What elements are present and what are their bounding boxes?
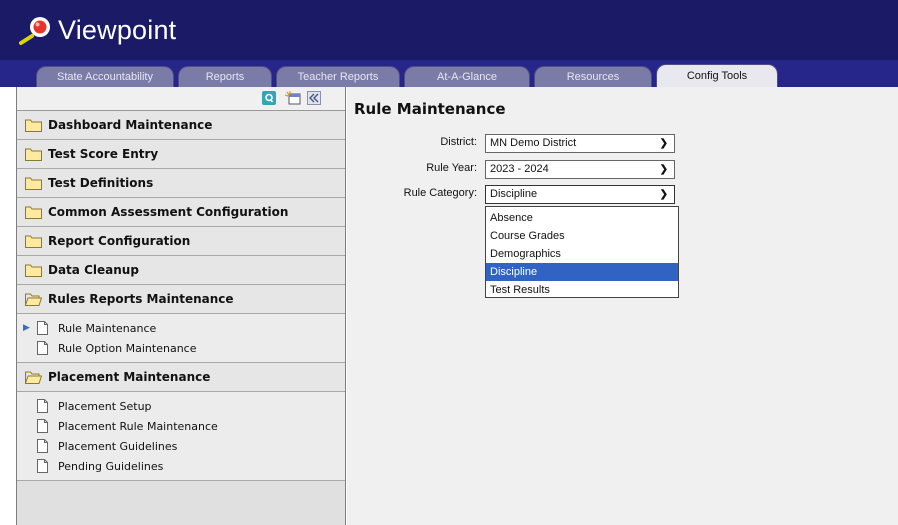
rule-category-dropdown: Absence Course Grades Demographics Disci… — [485, 206, 679, 298]
sidebar-item-label: Rule Option Maintenance — [58, 341, 197, 355]
option-test-results[interactable]: Test Results — [486, 281, 678, 299]
district-value: MN Demo District — [490, 137, 577, 149]
rule-year-value: 2023 - 2024 — [490, 163, 549, 175]
folder-icon — [25, 235, 42, 248]
chevron-down-icon: ❯ — [659, 138, 668, 149]
section-label: Rules Reports Maintenance — [48, 292, 234, 306]
section-label: Dashboard Maintenance — [48, 118, 213, 132]
main-content: Rule Maintenance District: MN Demo Distr… — [347, 87, 898, 525]
tab-resources[interactable]: Resources — [534, 66, 652, 87]
folder-icon — [25, 264, 42, 277]
current-item-arrow-icon: ▶ — [23, 323, 30, 333]
app-logo[interactable]: Viewpoint — [18, 10, 176, 50]
sidebar-item-rule-option-maintenance[interactable]: Rule Option Maintenance — [17, 338, 345, 358]
folder-icon — [25, 177, 42, 190]
sidebar-toolbar — [17, 87, 345, 111]
open-folder-icon — [25, 293, 42, 306]
main-tab-bar: State Accountability Reports Teacher Rep… — [0, 60, 898, 87]
document-icon — [37, 399, 48, 413]
option-discipline[interactable]: Discipline — [486, 263, 678, 281]
new-window-icon[interactable] — [285, 91, 301, 105]
chevron-down-icon: ❯ — [659, 189, 668, 200]
section-label: Placement Maintenance — [48, 370, 211, 384]
magnifier-logo-icon — [19, 17, 50, 45]
tab-teacher-reports[interactable]: Teacher Reports — [276, 66, 400, 87]
rule-category-value: Discipline — [490, 188, 538, 200]
rules-reports-items: ▶ Rule Maintenance Rule Option Maintenan… — [17, 314, 345, 363]
folder-icon — [25, 119, 42, 132]
sidebar-item-placement-rule-maintenance[interactable]: Placement Rule Maintenance — [17, 416, 345, 436]
document-icon — [37, 321, 48, 335]
sidebar-item-label: Pending Guidelines — [58, 459, 164, 473]
section-data-cleanup[interactable]: Data Cleanup — [17, 256, 345, 285]
sidebar-item-label: Placement Guidelines — [58, 439, 178, 453]
chevron-down-icon: ❯ — [659, 164, 668, 175]
section-test-score-entry[interactable]: Test Score Entry — [17, 140, 345, 169]
option-absence[interactable]: Absence — [486, 209, 678, 227]
section-label: Test Definitions — [48, 176, 154, 190]
section-label: Common Assessment Configuration — [48, 205, 289, 219]
sidebar: Dashboard Maintenance Test Score Entry T… — [16, 87, 346, 525]
app-title: Viewpoint — [58, 14, 177, 45]
document-icon — [37, 439, 48, 453]
district-label: District: — [440, 136, 477, 148]
option-course-grades[interactable]: Course Grades — [486, 227, 678, 245]
section-test-definitions[interactable]: Test Definitions — [17, 169, 345, 198]
section-common-assessment-configuration[interactable]: Common Assessment Configuration — [17, 198, 345, 227]
sidebar-item-placement-setup[interactable]: Placement Setup — [17, 396, 345, 416]
section-label: Data Cleanup — [48, 263, 139, 277]
sidebar-item-label: Placement Rule Maintenance — [58, 419, 218, 433]
app-header: Viewpoint — [0, 0, 898, 60]
tab-at-a-glance[interactable]: At-A-Glance — [404, 66, 530, 87]
section-placement-maintenance[interactable]: Placement Maintenance — [17, 363, 345, 392]
rule-year-label: Rule Year: — [426, 162, 477, 174]
sidebar-item-placement-guidelines[interactable]: Placement Guidelines — [17, 436, 345, 456]
sidebar-item-label: Rule Maintenance — [58, 321, 157, 335]
document-icon — [37, 419, 48, 433]
sidebar-item-pending-guidelines[interactable]: Pending Guidelines — [17, 456, 345, 476]
section-label: Report Configuration — [48, 234, 191, 248]
sidebar-item-rule-maintenance[interactable]: ▶ Rule Maintenance — [17, 318, 345, 338]
section-dashboard-maintenance[interactable]: Dashboard Maintenance — [17, 111, 345, 140]
district-select[interactable]: MN Demo District ❯ — [485, 134, 675, 153]
open-folder-icon — [25, 371, 42, 384]
tab-reports[interactable]: Reports — [178, 66, 272, 87]
tab-config-tools[interactable]: Config Tools — [656, 64, 778, 87]
collapse-left-icon[interactable] — [307, 91, 321, 105]
option-demographics[interactable]: Demographics — [486, 245, 678, 263]
rule-category-select[interactable]: Discipline ❯ — [485, 185, 675, 204]
rule-category-label: Rule Category: — [403, 187, 477, 199]
placement-items: Placement Setup Placement Rule Maintenan… — [17, 392, 345, 481]
section-report-configuration[interactable]: Report Configuration — [17, 227, 345, 256]
section-rules-reports-maintenance[interactable]: Rules Reports Maintenance — [17, 285, 345, 314]
document-icon — [37, 341, 48, 355]
section-label: Test Score Entry — [48, 147, 159, 161]
q-search-icon[interactable] — [262, 91, 276, 105]
folder-icon — [25, 148, 42, 161]
tab-state-accountability[interactable]: State Accountability — [36, 66, 174, 87]
document-icon — [37, 459, 48, 473]
sidebar-item-label: Placement Setup — [58, 399, 152, 413]
page-title: Rule Maintenance — [354, 100, 506, 118]
rule-year-select[interactable]: 2023 - 2024 ❯ — [485, 160, 675, 179]
folder-icon — [25, 206, 42, 219]
